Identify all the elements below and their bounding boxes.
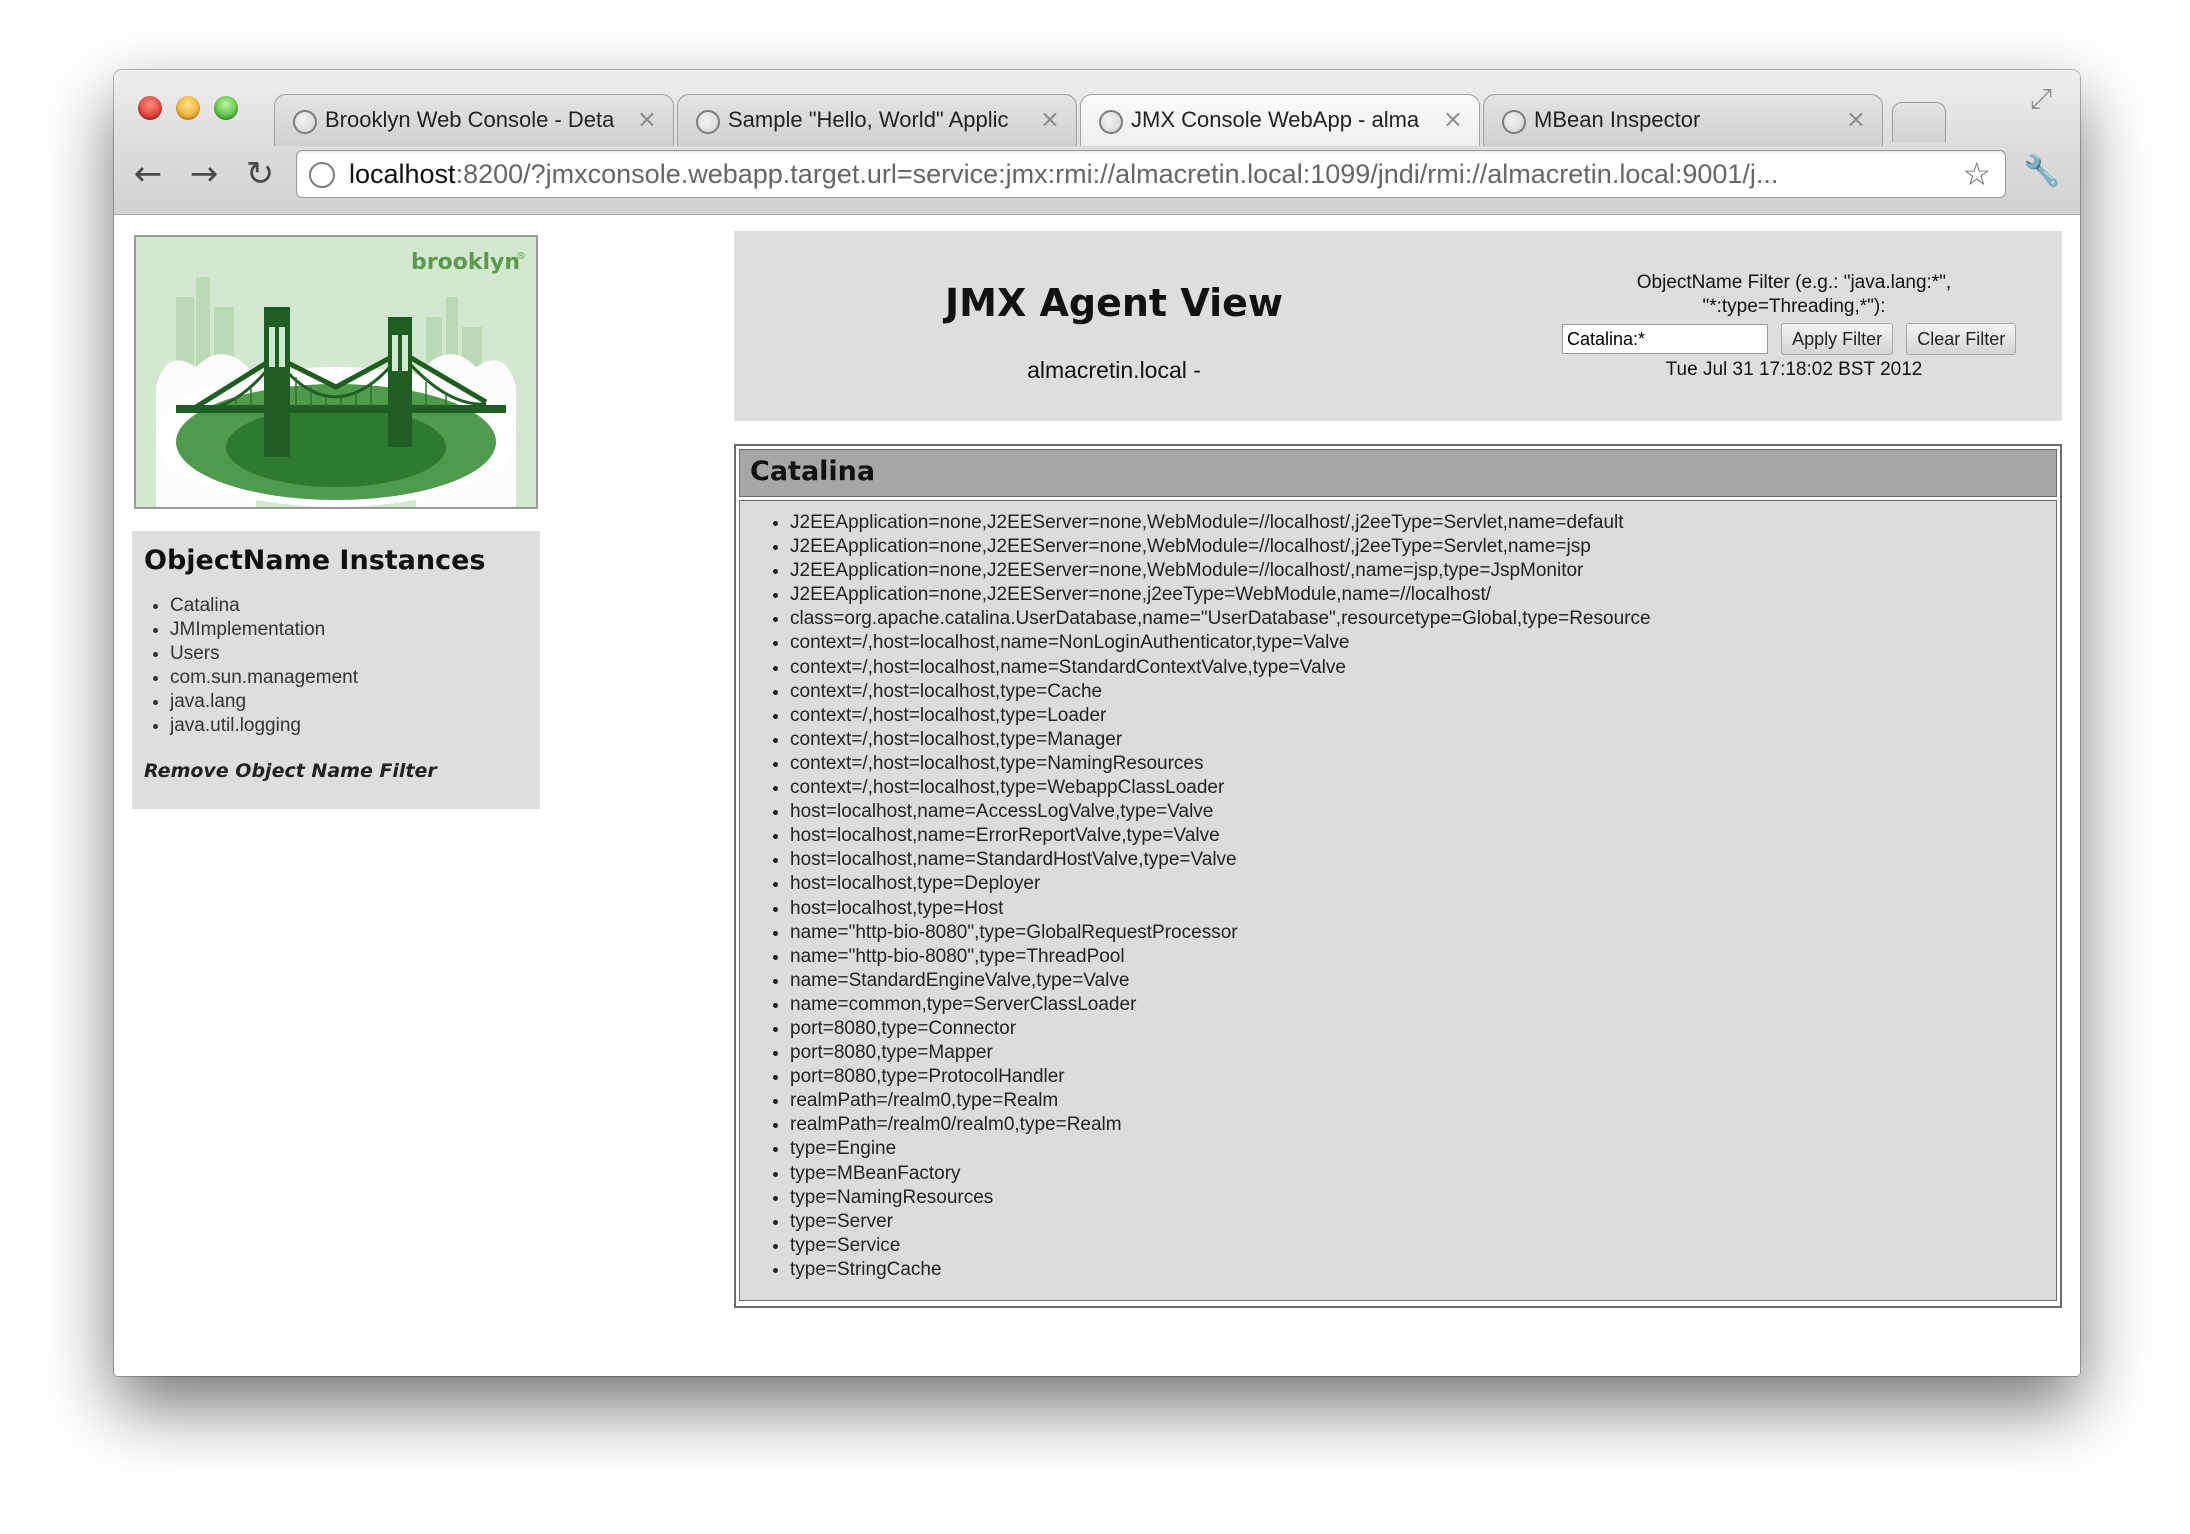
brooklyn-logo: brooklyn ® — [134, 235, 538, 509]
domain-title: Catalina — [739, 449, 2057, 497]
mbean-link[interactable]: context=/,host=localhost,name=NonLoginAu… — [790, 631, 2056, 655]
url-path: :8200/?jmxconsole.webapp.target.url=serv… — [455, 159, 1779, 189]
mbean-link[interactable]: type=NamingResources — [790, 1186, 2056, 1210]
back-icon[interactable]: ← — [128, 154, 168, 194]
zoom-window-button[interactable] — [214, 96, 238, 120]
agent-view-header: JMX Agent View almacretin.local - Object… — [734, 231, 2062, 421]
mbean-link[interactable]: host=localhost,name=StandardHostValve,ty… — [790, 848, 2056, 872]
filter-input[interactable] — [1562, 324, 1768, 354]
instances-list: Catalina JMImplementation Users com.sun.… — [144, 594, 528, 738]
fullscreen-icon[interactable]: ⤢ — [2024, 82, 2058, 116]
mbean-link[interactable]: context=/,host=localhost,type=Loader — [790, 704, 2056, 728]
tab-hello-world[interactable]: Sample "Hello, World" Applic × — [677, 94, 1077, 146]
mbean-link[interactable]: type=Server — [790, 1210, 2056, 1234]
wrench-icon[interactable]: 🔧 — [2022, 152, 2062, 192]
timestamp: Tue Jul 31 17:18:02 BST 2012 — [1665, 359, 1923, 380]
reload-icon[interactable]: ↻ — [240, 154, 280, 194]
mbean-link[interactable]: context=/,host=localhost,type=Manager — [790, 728, 2056, 752]
address-bar[interactable]: localhost:8200/?jmxconsole.webapp.target… — [296, 150, 2006, 198]
mbean-link[interactable]: host=localhost,name=ErrorReportValve,typ… — [790, 824, 2056, 848]
mbean-link[interactable]: type=MBeanFactory — [790, 1162, 2056, 1186]
globe-icon — [696, 110, 720, 134]
instances-heading: ObjectName Instances — [144, 545, 486, 576]
mbean-link[interactable]: host=localhost,type=Deployer — [790, 872, 2056, 896]
instance-link[interactable]: java.lang — [170, 690, 528, 714]
mbean-list: J2EEApplication=none,J2EEServer=none,Web… — [740, 511, 2056, 1282]
mbean-link[interactable]: type=Engine — [790, 1137, 2056, 1161]
instance-link[interactable]: JMImplementation — [170, 618, 528, 642]
mbean-link[interactable]: port=8080,type=Mapper — [790, 1041, 2056, 1065]
filter-hint-line2: "*:type=Threading,*"): — [1702, 296, 1886, 317]
mbean-link[interactable]: port=8080,type=ProtocolHandler — [790, 1065, 2056, 1089]
bookmark-star-icon[interactable]: ☆ — [1962, 155, 1991, 193]
mbean-link[interactable]: realmPath=/realm0/realm0,type=Realm — [790, 1113, 2056, 1137]
tab-mbean-inspector[interactable]: MBean Inspector × — [1483, 94, 1883, 146]
page-content: brooklyn ® ObjectName Instances Catalina… — [114, 215, 2080, 1376]
browser-chrome: ⤢ Brooklyn Web Console - Deta × Sample "… — [114, 70, 2080, 215]
minimize-window-button[interactable] — [176, 96, 200, 120]
tab-close-icon[interactable]: × — [1040, 105, 1060, 133]
objectname-instances-panel: ObjectName Instances Catalina JMImplemen… — [132, 531, 540, 809]
tab-jmx-console[interactable]: JMX Console WebApp - alma × — [1080, 94, 1480, 146]
mbean-link[interactable]: context=/,host=localhost,name=StandardCo… — [790, 656, 2056, 680]
url-host: localhost — [349, 159, 456, 189]
tab-title: Brooklyn Web Console - Deta — [325, 107, 615, 132]
mbean-link[interactable]: name="http-bio-8080",type=GlobalRequestP… — [790, 921, 2056, 945]
tab-title: Sample "Hello, World" Applic — [728, 107, 1009, 132]
tab-title: JMX Console WebApp - alma — [1131, 107, 1420, 132]
mbean-link[interactable]: context=/,host=localhost,type=NamingReso… — [790, 752, 2056, 776]
mbean-link[interactable]: host=localhost,type=Host — [790, 897, 2056, 921]
remove-filter-link[interactable]: Remove Object Name Filter — [144, 760, 528, 782]
mbean-link[interactable]: port=8080,type=Connector — [790, 1017, 2056, 1041]
mbean-link[interactable]: name=common,type=ServerClassLoader — [790, 993, 2056, 1017]
tab-close-icon[interactable]: × — [1443, 105, 1463, 133]
close-window-button[interactable] — [138, 96, 162, 120]
browser-window: ⤢ Brooklyn Web Console - Deta × Sample "… — [114, 70, 2080, 1376]
page-title: JMX Agent View — [945, 281, 1283, 325]
instance-link[interactable]: com.sun.management — [170, 666, 528, 690]
instance-link[interactable]: Users — [170, 642, 528, 666]
mbean-link[interactable]: J2EEApplication=none,J2EEServer=none,j2e… — [790, 583, 2056, 607]
tab-close-icon[interactable]: × — [637, 105, 657, 133]
mbean-link[interactable]: realmPath=/realm0,type=Realm — [790, 1089, 2056, 1113]
mbean-link[interactable]: host=localhost,name=AccessLogValve,type=… — [790, 800, 2056, 824]
mbean-link[interactable]: context=/,host=localhost,type=Cache — [790, 680, 2056, 704]
filter-hint-line1: ObjectName Filter (e.g.: "java.lang:*", — [1636, 272, 1952, 293]
mbean-link[interactable]: J2EEApplication=none,J2EEServer=none,Web… — [790, 535, 2056, 559]
instance-link[interactable]: Catalina — [170, 594, 528, 618]
brooklyn-bridge-illustration: brooklyn ® — [136, 237, 536, 507]
mbean-link[interactable]: context=/,host=localhost,type=WebappClas… — [790, 776, 2056, 800]
objectname-filter-form: ObjectName Filter (e.g.: "java.lang:*", … — [1554, 271, 2034, 381]
globe-icon — [1502, 110, 1526, 134]
tab-brooklyn-console[interactable]: Brooklyn Web Console - Deta × — [274, 94, 674, 146]
forward-icon[interactable]: → — [184, 154, 224, 194]
tab-title: MBean Inspector — [1534, 107, 1701, 132]
globe-icon — [293, 110, 317, 134]
new-tab-button[interactable] — [1892, 102, 1946, 142]
mbean-list-container: J2EEApplication=none,J2EEServer=none,Web… — [739, 500, 2057, 1301]
mbean-link[interactable]: name="http-bio-8080",type=ThreadPool — [790, 945, 2056, 969]
logo-registered-mark: ® — [516, 251, 526, 262]
mbean-link[interactable]: name=StandardEngineValve,type=Valve — [790, 969, 2056, 993]
globe-icon — [1099, 110, 1123, 134]
instance-link[interactable]: java.util.logging — [170, 714, 528, 738]
url-text[interactable]: localhost:8200/?jmxconsole.webapp.target… — [349, 159, 1935, 190]
mbean-link[interactable]: type=StringCache — [790, 1258, 2056, 1282]
domain-panel: Catalina J2EEApplication=none,J2EEServer… — [734, 444, 2062, 1308]
clear-filter-button[interactable]: Clear Filter — [1906, 323, 2017, 355]
mbean-link[interactable]: class=org.apache.catalina.UserDatabase,n… — [790, 607, 2056, 631]
mbean-link[interactable]: J2EEApplication=none,J2EEServer=none,Web… — [790, 559, 2056, 583]
mbean-link[interactable]: J2EEApplication=none,J2EEServer=none,Web… — [790, 511, 2056, 535]
globe-icon — [309, 162, 335, 188]
tab-close-icon[interactable]: × — [1846, 105, 1866, 133]
agent-host: almacretin.local - — [1027, 357, 1201, 383]
apply-filter-button[interactable]: Apply Filter — [1781, 323, 1894, 355]
mbean-link[interactable]: type=Service — [790, 1234, 2056, 1258]
logo-brand-text: brooklyn — [411, 250, 520, 275]
